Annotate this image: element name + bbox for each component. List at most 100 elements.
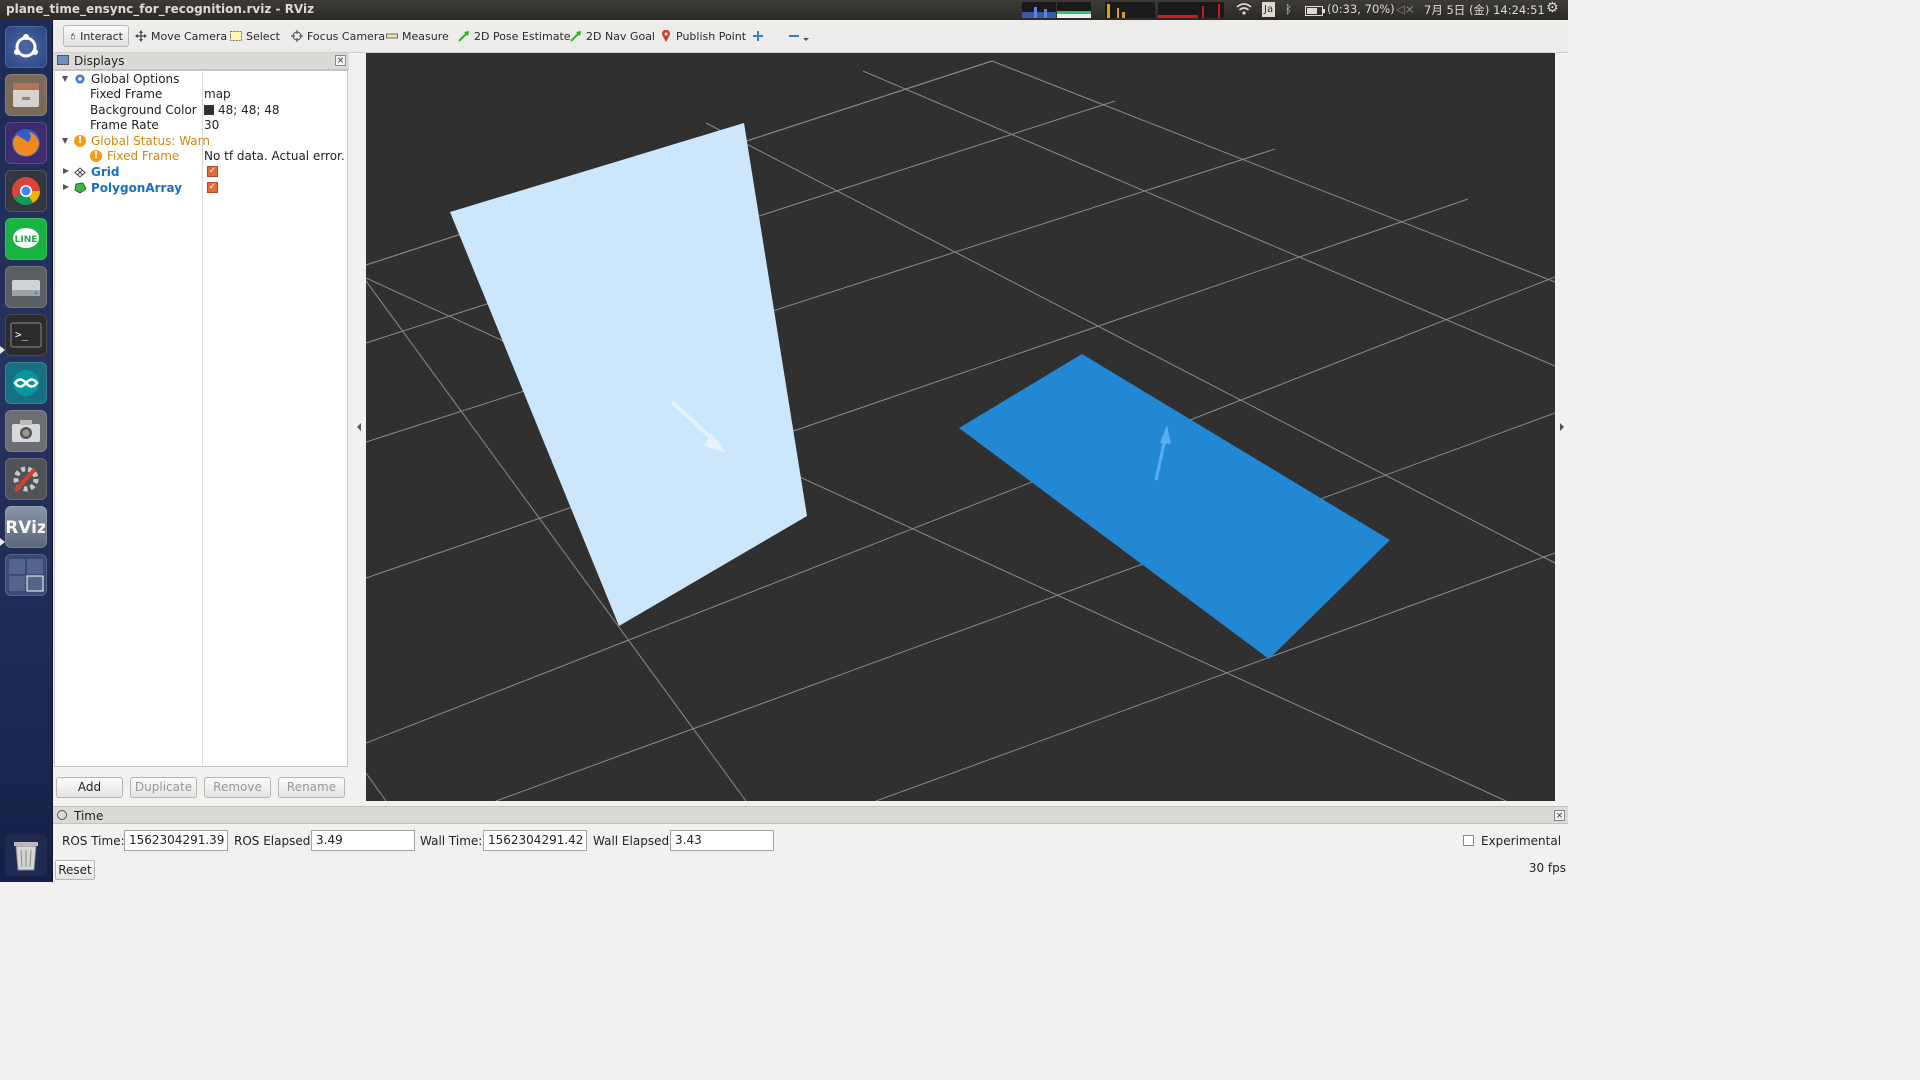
volume-muted-icon[interactable]: ◁× [1396, 2, 1414, 16]
tool-publish-point[interactable]: Publish Point [655, 25, 751, 47]
tree-row-value[interactable]: 30 [204, 118, 345, 133]
color-swatch [204, 105, 214, 115]
tool-2d-nav-goal[interactable]: 2D Nav Goal [565, 25, 660, 47]
battery-icon[interactable] [1305, 5, 1325, 19]
trash-icon[interactable] [5, 834, 47, 876]
wall-elapsed-field[interactable]: 3.43 [670, 830, 774, 851]
warning-icon: ! [74, 135, 86, 147]
svg-text:LINE: LINE [15, 235, 38, 245]
ros-elapsed-field[interactable]: 3.49 [311, 830, 415, 851]
tree-row-value[interactable]: map [204, 87, 345, 102]
clock-icon [57, 810, 67, 820]
collapse-arrow-icon[interactable] [63, 184, 69, 190]
enabled-checkbox[interactable]: ✓ [207, 166, 218, 177]
render-viewport[interactable] [366, 53, 1555, 801]
running-indicator [0, 346, 5, 354]
minus-dropdown-icon [789, 35, 809, 41]
plane-horizontal [959, 354, 1390, 659]
tree-row-fixed-frame[interactable]: Fixed Frame map [55, 87, 347, 102]
wall-time-field[interactable]: 1562304291.42 [483, 830, 587, 851]
tree-row-frame-rate[interactable]: Frame Rate 30 [55, 118, 347, 133]
close-icon[interactable]: × [335, 55, 346, 66]
workspaces-icon[interactable] [5, 554, 47, 596]
line-icon[interactable]: LINE [5, 218, 47, 260]
monitor-icon [57, 55, 69, 65]
firefox-icon[interactable] [5, 122, 47, 164]
collapse-arrow-icon[interactable] [63, 168, 69, 174]
add-button[interactable]: Add [56, 777, 123, 798]
collapse-left-icon[interactable] [357, 423, 361, 431]
tool-focus-camera[interactable]: Focus Camera [286, 25, 390, 47]
tree-row-polygon-array[interactable]: PolygonArray ✓ [55, 181, 347, 196]
launcher: LINE >_ RViz [0, 20, 53, 882]
tool-label: 2D Nav Goal [586, 29, 655, 43]
enabled-checkbox[interactable]: ✓ [207, 182, 218, 193]
clock[interactable]: 7月 5日 (金) 14:24:51 [1424, 2, 1545, 18]
plane-vertical [450, 123, 807, 626]
expand-arrow-icon[interactable] [62, 138, 68, 144]
collapse-right-icon[interactable] [1560, 423, 1564, 431]
tree-row-fixed-frame-status[interactable]: ! Fixed Frame No tf data. Actual error..… [55, 149, 347, 164]
scene-canvas[interactable] [366, 53, 1555, 801]
chrome-icon[interactable] [5, 170, 47, 212]
remove-button[interactable]: Remove [204, 777, 271, 798]
ros-time-field[interactable]: 1562304291.39 [124, 830, 228, 851]
arduino-icon[interactable] [5, 362, 47, 404]
wall-elapsed-label: Wall Elapsed: [593, 834, 674, 848]
wall-time-label: Wall Time: [420, 834, 483, 848]
gear-icon [75, 74, 85, 84]
focus-icon [291, 30, 303, 42]
rename-button[interactable]: Rename [278, 777, 345, 798]
disk-icon[interactable] [5, 266, 47, 308]
left-splitter[interactable] [349, 53, 366, 801]
tree-row-name: Global Options [91, 72, 180, 86]
displays-tree[interactable]: Global Options Fixed Frame map Backgroun… [54, 70, 348, 767]
tree-row-global-options[interactable]: Global Options [55, 72, 347, 87]
time-header: Time × [53, 806, 1568, 824]
warning-icon: ! [90, 150, 102, 162]
camera-icon[interactable] [5, 410, 47, 452]
input-method-indicator[interactable]: Ja [1262, 2, 1276, 17]
remove-tool-button[interactable] [783, 25, 815, 47]
tool-label: Select [246, 29, 280, 43]
files-icon[interactable] [5, 74, 47, 116]
move-icon [135, 30, 147, 42]
tool-interact[interactable]: Interact [63, 25, 129, 47]
gear-icon[interactable]: ⚙ [1546, 0, 1559, 16]
tool-2d-pose-estimate[interactable]: 2D Pose Estimate [453, 25, 576, 47]
experimental-checkbox[interactable] [1463, 835, 1474, 846]
settings-icon[interactable] [5, 458, 47, 500]
tool-label: Move Camera [151, 29, 228, 43]
close-icon[interactable]: × [1554, 810, 1565, 821]
wifi-icon[interactable] [1236, 2, 1252, 19]
system-top-bar: plane_time_ensync_for_recognition.rviz -… [0, 0, 1568, 20]
hand-icon [71, 32, 76, 40]
memory-graph [1057, 2, 1091, 18]
tool-measure[interactable]: Measure [381, 25, 454, 47]
tool-move-camera[interactable]: Move Camera [130, 25, 232, 47]
tool-label: 2D Pose Estimate [474, 29, 571, 43]
expand-arrow-icon[interactable] [62, 76, 68, 82]
tree-row-background-color[interactable]: Background Color 48; 48; 48 [55, 103, 347, 118]
displays-panel: Displays × Global Options Fixed Frame ma… [53, 53, 349, 801]
tree-row-global-status[interactable]: ! Global Status: Warn [55, 134, 347, 149]
polygon-icon [74, 182, 87, 194]
displays-button-row: Add Duplicate Remove Rename [53, 777, 349, 798]
displays-title: Displays [74, 54, 125, 68]
reset-button[interactable]: Reset [55, 860, 95, 880]
tree-row-grid[interactable]: Grid ✓ [55, 165, 347, 180]
tool-label: Measure [402, 29, 449, 43]
rviz-icon[interactable]: RViz [5, 506, 47, 548]
tree-row-name: Grid [91, 165, 120, 179]
add-tool-button[interactable] [747, 25, 769, 47]
ubuntu-dash-icon[interactable] [5, 26, 47, 68]
right-splitter[interactable] [1555, 53, 1568, 801]
tree-row-value: 48; 48; 48 [218, 103, 280, 117]
terminal-icon[interactable]: >_ [5, 314, 47, 356]
running-indicator [0, 538, 5, 546]
tool-select[interactable]: Select [225, 25, 285, 47]
displays-header: Displays × [53, 53, 349, 70]
duplicate-button[interactable]: Duplicate [130, 777, 197, 798]
tree-row-value-wrap[interactable]: 48; 48; 48 [204, 103, 345, 118]
bluetooth-icon[interactable]: ᛒ [1285, 2, 1292, 16]
